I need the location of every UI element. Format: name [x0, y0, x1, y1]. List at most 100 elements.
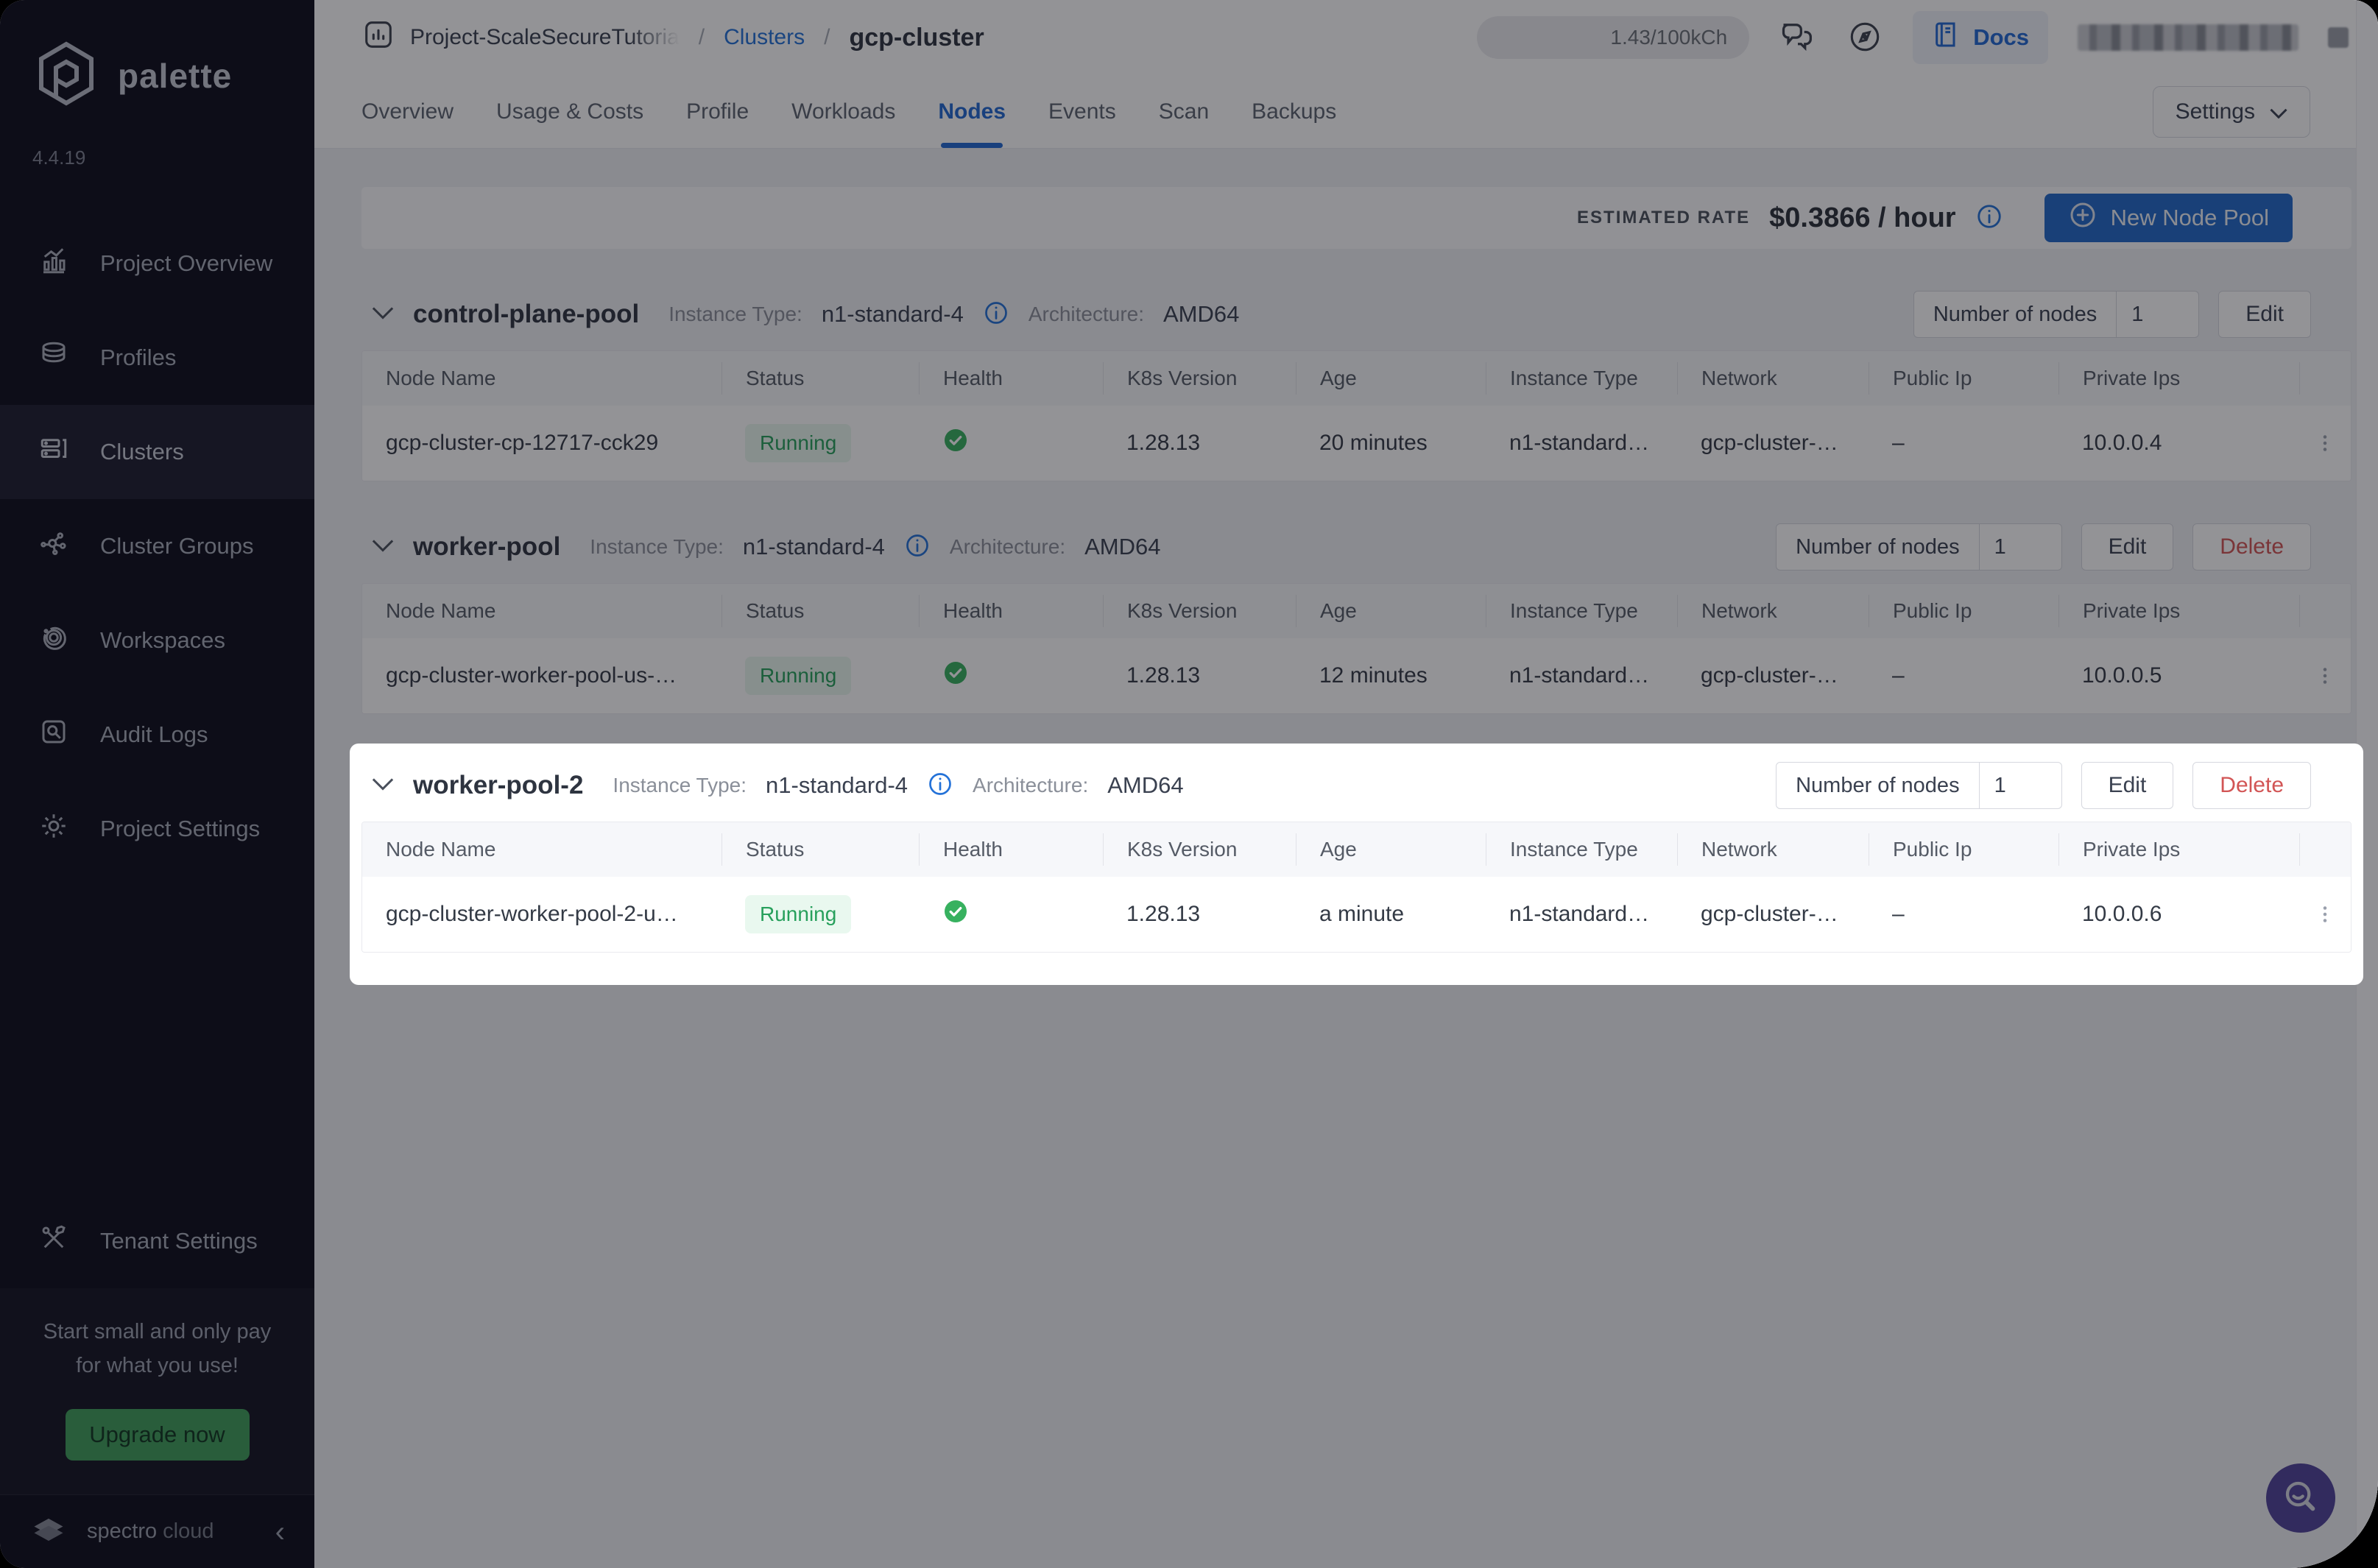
feedback-chat-button[interactable] — [1779, 18, 1817, 58]
sidebar-item-project-settings[interactable]: Project Settings — [0, 782, 314, 876]
instance-type-label: Instance Type: — [668, 303, 802, 325]
info-icon[interactable] — [983, 300, 1009, 330]
chevron-down-icon[interactable] — [372, 306, 394, 323]
status-cell: Running — [721, 424, 919, 462]
settings-dropdown-button[interactable]: Settings — [2152, 85, 2310, 138]
architecture-label: Architecture: — [949, 535, 1066, 558]
tab-overview[interactable]: Overview — [361, 75, 454, 148]
number-of-nodes-input[interactable]: 1 — [1979, 523, 2062, 571]
edit-pool-button[interactable]: Edit — [2081, 523, 2174, 571]
brand-name: palette — [118, 56, 233, 95]
info-icon[interactable] — [1975, 202, 2003, 234]
col-k8s-version: K8s Version — [1103, 833, 1296, 866]
edit-pool-button[interactable]: Edit — [2218, 291, 2311, 338]
breadcrumb-clusters-link[interactable]: Clusters — [724, 25, 805, 50]
upgrade-now-button[interactable]: Upgrade now — [65, 1409, 250, 1461]
pool-header: worker-pool-2 Instance Type: n1-standard… — [361, 749, 2351, 822]
col-node-name: Node Name — [386, 367, 496, 389]
brand: palette — [0, 0, 314, 113]
pool-actions: Number of nodes 1 Edit Delete — [1776, 523, 2311, 571]
row-menu-kebab-icon[interactable] — [2299, 431, 2351, 456]
age-cell: 12 minutes — [1319, 663, 1428, 688]
docs-label: Docs — [1973, 24, 2029, 50]
row-menu-kebab-icon[interactable] — [2299, 902, 2351, 927]
pool-header: control-plane-pool Instance Type: n1-sta… — [361, 278, 2351, 350]
nodes-table: Node Name Status Health K8s Version Age … — [361, 350, 2351, 481]
col-status: Status — [721, 595, 919, 627]
instance-type-value: n1-standard-4 — [742, 534, 885, 559]
footer-brand: spectro cloud — [87, 1519, 214, 1543]
cluster-tabs: Overview Usage & Costs Profile Workloads… — [314, 75, 2378, 149]
collapse-sidebar-icon[interactable]: ‹ — [275, 1517, 285, 1547]
usage-value: 1.43/100kCh — [1610, 26, 1728, 49]
number-of-nodes-input[interactable]: 1 — [1979, 762, 2062, 809]
node-name-cell: gcp-cluster-worker-pool-us-… — [386, 663, 677, 688]
sidebar-item-audit-logs[interactable]: Audit Logs — [0, 688, 314, 782]
book-icon — [1932, 18, 1961, 57]
sidebar-item-project-overview[interactable]: Project Overview — [0, 216, 314, 311]
chevron-down-icon[interactable] — [372, 777, 394, 794]
sidebar-nav: Project Overview Profiles Clusters Clust… — [0, 216, 314, 876]
delete-pool-button[interactable]: Delete — [2192, 762, 2311, 809]
info-icon[interactable] — [927, 771, 953, 801]
node-pool-worker-2-highlighted: worker-pool-2 Instance Type: n1-standard… — [350, 744, 2363, 985]
health-check-icon — [942, 429, 969, 459]
tab-usage-costs[interactable]: Usage & Costs — [496, 75, 643, 148]
architecture-label: Architecture: — [973, 774, 1089, 797]
tab-workloads[interactable]: Workloads — [791, 75, 895, 148]
search-fab-button[interactable] — [2266, 1463, 2335, 1533]
k8s-version-cell: 1.28.13 — [1126, 431, 1201, 455]
estimated-rate-label: ESTIMATED RATE — [1577, 208, 1751, 227]
node-pool-control-plane: control-plane-pool Instance Type: n1-sta… — [361, 278, 2351, 481]
sidebar-item-profiles[interactable]: Profiles — [0, 311, 314, 405]
sidebar-item-label: Profiles — [100, 345, 177, 370]
sidebar-item-label: Project Overview — [100, 250, 273, 276]
row-menu-kebab-icon[interactable] — [2299, 663, 2351, 688]
explore-compass-button[interactable] — [1846, 18, 1883, 57]
chart-icon — [38, 245, 69, 282]
private-ips-cell: 10.0.0.6 — [2082, 902, 2162, 926]
tab-scan[interactable]: Scan — [1159, 75, 1209, 148]
estimated-rate-bar: ESTIMATED RATE $0.3866 / hour New Node P… — [361, 187, 2351, 249]
table-row: gcp-cluster-cp-12717-cck29 Running 1.28.… — [362, 406, 2351, 481]
table-header-row: Node Name Status Health K8s Version Age … — [362, 351, 2351, 406]
promo-text: Start small and only pay for what you us… — [43, 1320, 272, 1377]
edit-pool-button[interactable]: Edit — [2081, 762, 2174, 809]
health-cell — [919, 427, 1103, 459]
server-icon — [38, 434, 69, 470]
sidebar-item-cluster-groups[interactable]: Cluster Groups — [0, 499, 314, 593]
col-actions — [2299, 362, 2351, 395]
col-network: Network — [1677, 833, 1869, 866]
nodes-content: ESTIMATED RATE $0.3866 / hour New Node P… — [314, 149, 2378, 1568]
topbar-right: 1.43/100kCh Docs — [1477, 11, 2349, 64]
delete-pool-button[interactable]: Delete — [2192, 523, 2311, 571]
breadcrumb-project[interactable]: Project-ScaleSecureTutoria — [410, 25, 680, 50]
network-cell: gcp-cluster-… — [1701, 663, 1838, 688]
palette-logo-icon — [31, 38, 102, 113]
private-ips-cell: 10.0.0.5 — [2082, 663, 2162, 688]
tab-nodes[interactable]: Nodes — [938, 75, 1006, 148]
new-node-pool-button[interactable]: New Node Pool — [2044, 194, 2293, 242]
user-avatar-redacted[interactable] — [2328, 27, 2349, 48]
project-icon — [361, 18, 395, 57]
number-of-nodes-label: Number of nodes — [1776, 762, 1980, 809]
sidebar-item-clusters[interactable]: Clusters — [0, 405, 314, 499]
instance-type-label: Instance Type: — [613, 774, 747, 797]
docs-button[interactable]: Docs — [1913, 11, 2048, 64]
tab-profile[interactable]: Profile — [686, 75, 749, 148]
col-instance-type: Instance Type — [1486, 362, 1677, 395]
public-ip-cell: – — [1892, 431, 1905, 455]
user-name-redacted[interactable] — [2078, 24, 2298, 51]
pool-header: worker-pool Instance Type: n1-standard-4… — [361, 511, 2351, 583]
search-smile-icon — [2281, 1477, 2321, 1520]
sidebar-item-tenant-settings[interactable]: Tenant Settings — [0, 1194, 314, 1288]
number-of-nodes-input[interactable]: 1 — [2117, 291, 2200, 338]
chevron-down-icon[interactable] — [372, 539, 394, 556]
status-cell: Running — [721, 657, 919, 695]
info-icon[interactable] — [904, 532, 931, 562]
sidebar-item-workspaces[interactable]: Workspaces — [0, 593, 314, 688]
col-k8s-version: K8s Version — [1103, 595, 1296, 627]
tab-backups[interactable]: Backups — [1252, 75, 1336, 148]
new-node-pool-label: New Node Pool — [2110, 205, 2269, 230]
tab-events[interactable]: Events — [1048, 75, 1116, 148]
